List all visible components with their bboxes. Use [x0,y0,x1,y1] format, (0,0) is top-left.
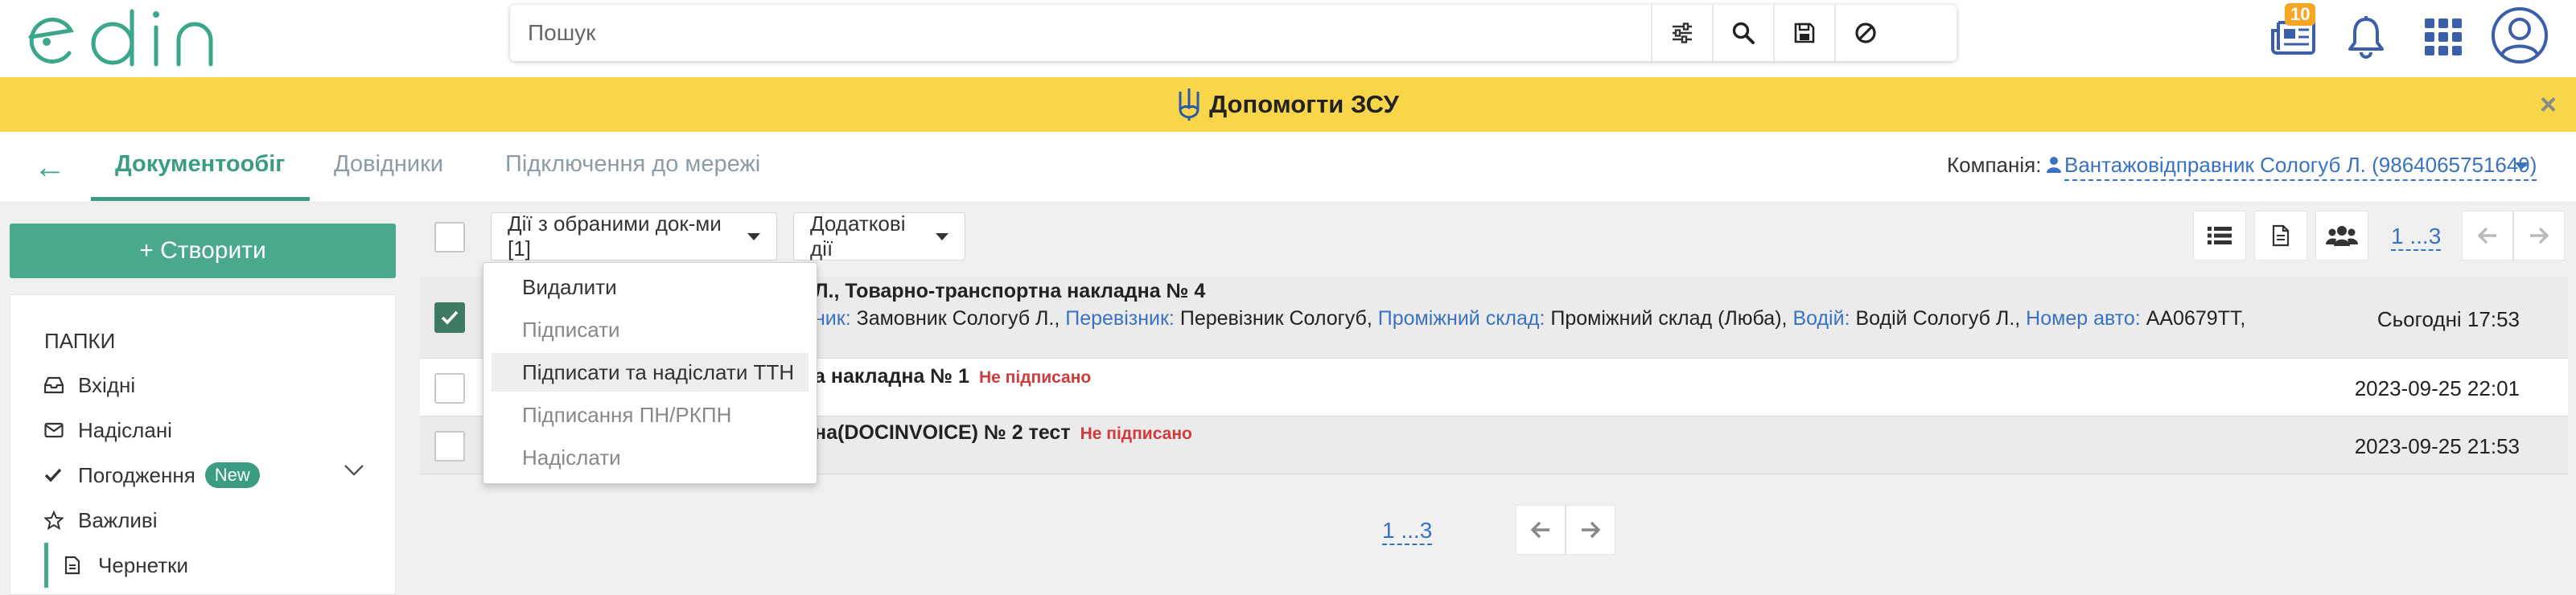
menu-item-send[interactable]: Надіслати [492,438,809,477]
clear-search-button[interactable] [1834,5,1895,61]
create-button[interactable]: + Створити [10,224,396,278]
filter-sliders-button[interactable] [1651,5,1712,61]
apps-menu-button[interactable] [2415,11,2471,63]
document-date: 2023-09-25 21:53 [2354,434,2520,458]
main-nav: ← Документообіг Довідники Підключення до… [0,132,2576,203]
back-arrow-icon[interactable]: ← [34,150,66,186]
ban-icon [1855,23,1876,43]
banner-close-button[interactable]: × [2540,90,2557,119]
star-icon [44,511,64,530]
extra-actions-label: Додаткові дії [810,211,906,261]
folder-important[interactable]: Важливі [44,498,397,543]
tab-network-connection[interactable]: Підключення до мережі [505,151,760,178]
active-tab-indicator [91,197,310,201]
document-icon [64,556,80,575]
menu-item-sign[interactable]: Підписати [492,310,809,349]
row-checkbox[interactable] [434,431,465,462]
company-label: Компанія: [1947,153,2042,177]
folder-label: Надіслані [78,417,172,442]
menu-item-sign-and-send-ttn[interactable]: Підписати та надіслати ТТН [492,353,809,392]
folder-label: Вхідні [78,372,136,397]
search-button[interactable] [1712,5,1773,61]
news-count-badge: 10 [2285,3,2316,26]
grid-icon [2425,18,2462,55]
check-icon [44,468,62,482]
tab-document-flow[interactable]: Документообіг [115,151,285,178]
trident-icon [1179,88,1200,121]
save-search-button[interactable] [1773,5,1834,61]
document-date: 2023-09-25 22:01 [2354,376,2520,400]
check-icon [441,310,459,325]
folder-label: Важливі [78,507,158,532]
list-icon [2208,227,2232,244]
app-header: 10 [0,0,2576,77]
support-banner[interactable]: Допомогти ЗСУ × [0,77,2576,132]
selected-actions-dropdown: Видалити Підписати Підписати та надіслат… [483,262,817,484]
arrow-left-icon [2477,227,2496,244]
menu-item-delete[interactable]: Видалити [492,268,809,306]
arrow-left-icon [1530,521,1549,539]
folder-label: Погодження [78,462,195,487]
caret-down-icon [936,232,949,240]
document-details: ник: Замовник Сологуб Л., Перевізник: Пе… [814,307,2246,330]
search-input[interactable] [528,14,1638,51]
selected-actions-button[interactable]: Дії з обраними док-ми [1] [491,211,777,261]
folders-panel: ПАПКИ Вхідні Надіслані Погодження New Ва… [10,294,396,595]
list-view-button[interactable] [2193,211,2246,261]
arrow-right-icon [2530,227,2549,244]
status-badge: Не підписано [979,368,1092,387]
inbox-icon [44,376,64,394]
envelope-icon [44,422,64,438]
folder-drafts[interactable]: Чернетки [44,543,397,588]
document-title[interactable]: на(DOCINVOICE) № 2 тест Не підписано [814,421,1192,445]
bottom-pagination-pages[interactable]: 1 ...3 [1382,518,1433,545]
folder-approval[interactable]: Погодження New [44,453,397,498]
avatar-icon [2492,7,2548,64]
folders-title: ПАПКИ [44,329,116,353]
pagination-pages[interactable]: 1 ...3 [2391,224,2442,251]
company-selector[interactable]: Вантажовідправник Сологуб Л. (9864065751… [2064,153,2537,181]
search-icon [1732,22,1755,44]
bottom-next-page-button[interactable] [1566,505,1615,555]
row-checkbox[interactable] [434,373,465,404]
sliders-icon [1673,23,1692,43]
document-icon [2272,224,2290,247]
status-badge: Не підписано [1080,425,1192,443]
folder-sent[interactable]: Надіслані [44,408,397,453]
row-checkbox[interactable] [434,302,465,333]
banner-text: Допомогти ЗСУ [1209,90,1399,118]
document-date: Сьогодні 17:53 [2376,307,2520,331]
folder-inbox[interactable]: Вхідні [44,363,397,408]
tab-directories[interactable]: Довідники [334,151,443,178]
arrow-right-icon [1582,521,1601,539]
chevron-down-icon[interactable] [344,464,364,477]
create-button-label: + Створити [139,237,266,264]
search-bar [510,5,1957,61]
menu-item-sign-pn-rkpn[interactable]: Підписання ПН/РКПН [492,396,809,434]
new-badge: New [204,462,260,488]
bottom-prev-page-button[interactable] [1516,505,1566,555]
user-profile-button[interactable] [2489,5,2550,66]
extra-actions-button[interactable]: Додаткові дії [793,211,965,261]
edin-logo[interactable] [24,6,217,71]
users-icon [2326,226,2358,246]
caret-down-icon [2515,162,2528,170]
prev-page-button[interactable] [2462,211,2513,261]
folder-label: Чернетки [98,552,189,577]
next-page-button[interactable] [2513,211,2565,261]
document-title[interactable]: Л., Товарно-транспортна накладна № 4 [814,280,1205,303]
bell-icon [2348,16,2384,59]
document-title[interactable]: а накладна № 1 Не підписано [814,365,1091,388]
notifications-button[interactable] [2338,11,2394,63]
selected-actions-label: Дії з обраними док-ми [1] [508,211,722,261]
caret-down-icon [747,232,760,240]
user-icon [2047,157,2061,173]
group-view-button[interactable] [2315,211,2368,261]
save-icon [1794,23,1815,43]
select-all-checkbox[interactable] [434,222,465,252]
document-view-button[interactable] [2254,211,2307,261]
